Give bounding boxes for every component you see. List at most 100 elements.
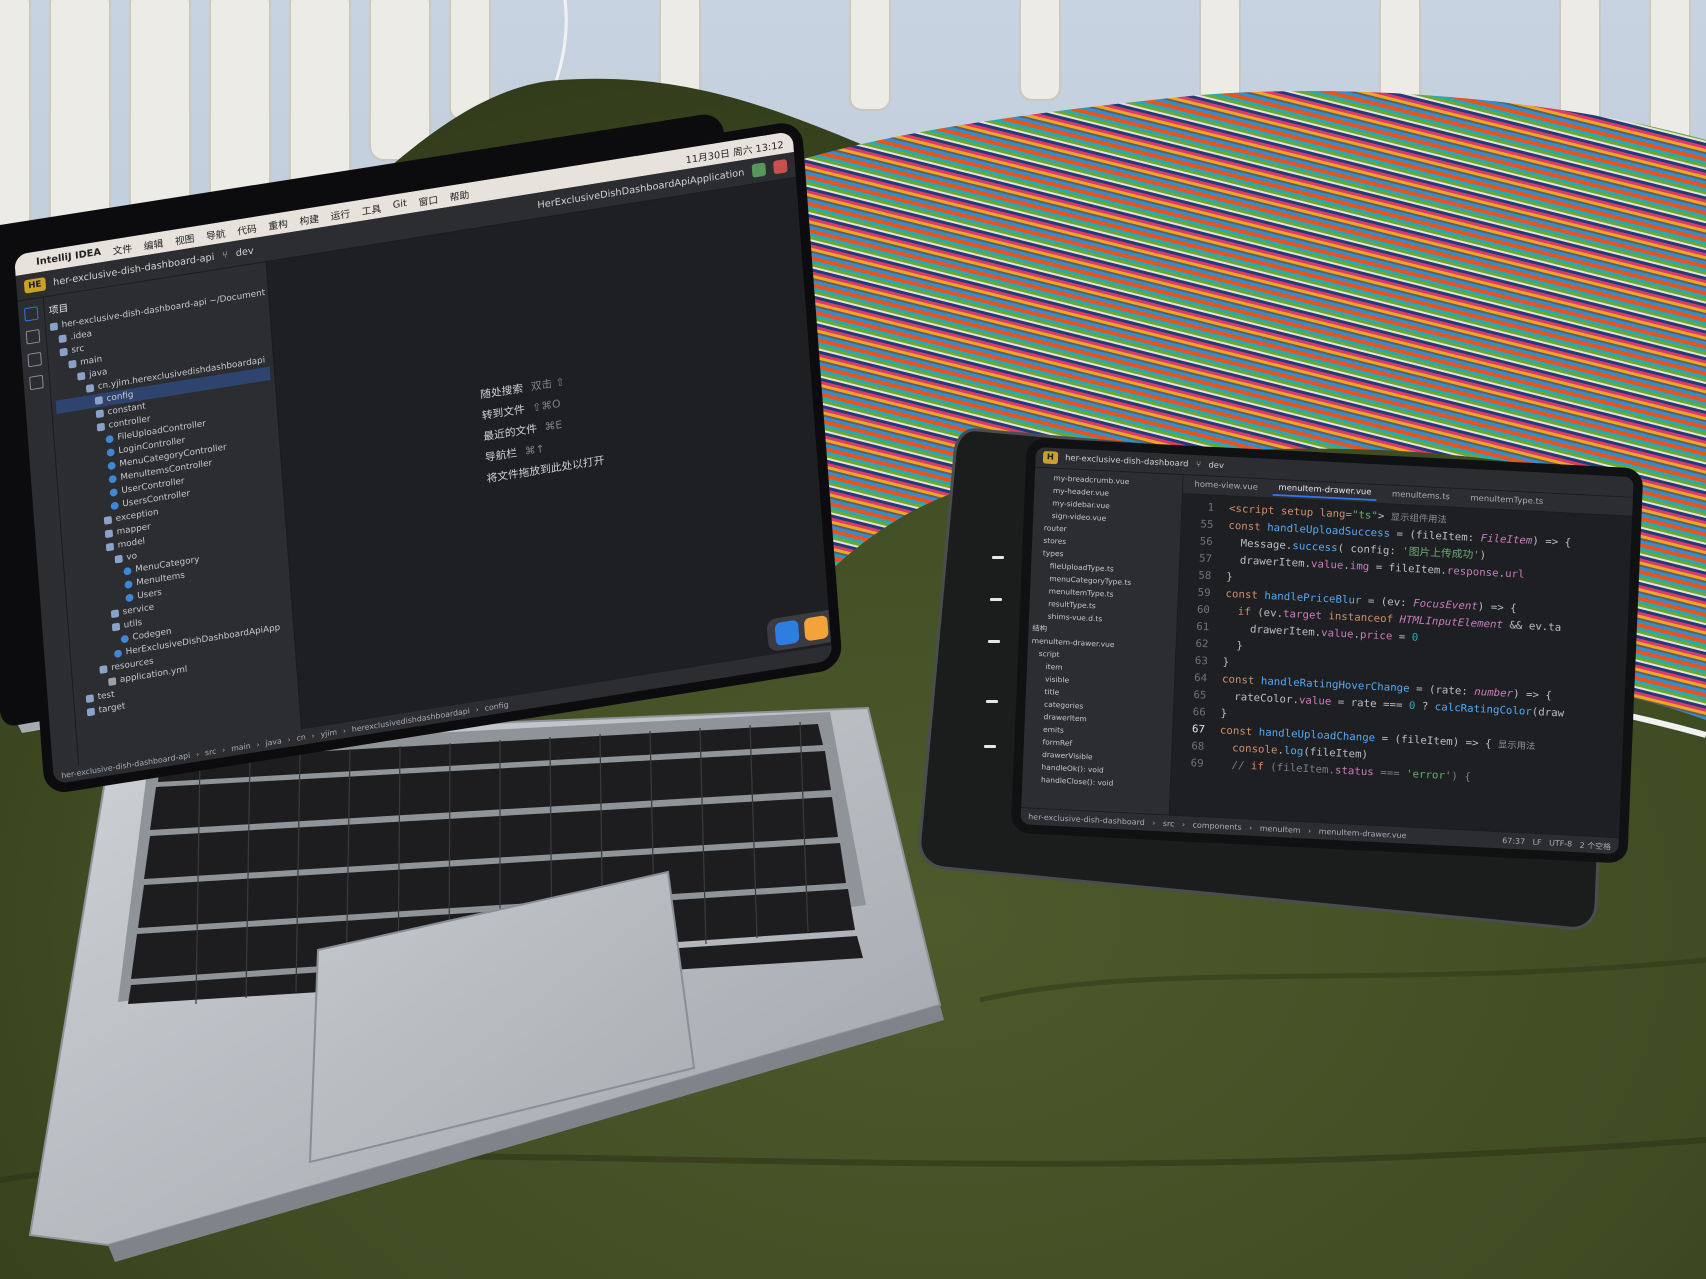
project-tree: her-exclusive-dish-dashboard-api ~/Docum… — [49, 287, 293, 721]
dock-app-icon[interactable] — [774, 619, 800, 647]
folder-icon — [114, 554, 123, 564]
status-path-item[interactable]: main — [231, 741, 251, 753]
folder-icon — [110, 609, 120, 619]
status-breadcrumb-item[interactable]: src — [1163, 820, 1175, 830]
path-separator-icon: › — [342, 725, 347, 735]
branch-name[interactable]: dev — [235, 245, 254, 258]
line-number: 61 — [1196, 619, 1210, 633]
menu-file[interactable]: 文件 — [112, 240, 132, 257]
editor-tab[interactable]: menuItem-drawer.vue — [1272, 481, 1378, 502]
status-path-item[interactable]: java — [265, 736, 282, 747]
class-icon — [106, 448, 115, 457]
ipad-project-tree: my-breadcrumb.vue my-header.vue my-sidebar… — [1021, 467, 1184, 815]
menu-run[interactable]: 运行 — [330, 205, 350, 223]
line-number: 56 — [1199, 534, 1214, 548]
editor-hint-label: 随处搜索 — [479, 381, 524, 401]
folder-icon — [99, 665, 108, 674]
ipad-tree-label: shims-vue.d.ts — [1047, 612, 1103, 624]
breadcrumb-separator-icon: › — [1248, 823, 1253, 834]
status-path-item[interactable]: config — [484, 700, 508, 712]
folder-icon — [94, 396, 104, 405]
code-lines[interactable]: <script setup lang="ts"> 显示组件用法 const han… — [1207, 496, 1632, 837]
run-icon[interactable] — [751, 162, 767, 178]
line-number: 67 — [1191, 722, 1206, 736]
class-icon — [124, 580, 133, 589]
menu-tools[interactable]: 工具 — [361, 200, 381, 218]
folder-icon — [77, 371, 86, 381]
code-area[interactable]: 1 55 56 57 58 59 60 61 62 63 64 65 66 67 68 69 <script … — [1170, 494, 1632, 837]
menu-help[interactable]: 帮助 — [449, 186, 469, 204]
status-position[interactable]: 67:37 — [1502, 837, 1525, 847]
status-path-item[interactable]: src — [205, 746, 217, 756]
ipad-tree-label: stores — [1043, 536, 1067, 546]
project-badge[interactable]: HE — [23, 277, 46, 294]
status-breadcrumb-item[interactable]: menuItem — [1260, 825, 1301, 836]
status-breadcrumb-item[interactable]: components — [1192, 821, 1241, 832]
tree-item-label: target — [98, 701, 126, 716]
editor-hint-shortcut: ⇧⌘O — [531, 396, 561, 414]
status-spacer — [1414, 837, 1495, 841]
status-breadcrumb-item[interactable]: her-exclusive-dish-dashboard — [1028, 813, 1145, 828]
folder-icon — [105, 542, 115, 552]
folder-icon — [86, 707, 96, 717]
status-encoding[interactable]: UTF-8 — [1549, 839, 1573, 849]
class-icon — [108, 474, 117, 484]
status-line-sep[interactable]: LF — [1532, 838, 1541, 847]
editor-tab[interactable]: home-view.vue — [1189, 478, 1264, 494]
stop-icon[interactable] — [773, 158, 788, 175]
folder-icon — [85, 694, 95, 704]
class-icon — [110, 501, 119, 511]
menu-refactor[interactable]: 重构 — [268, 215, 288, 233]
editor-hint-shortcut: 双击 ⇧ — [530, 375, 566, 393]
line-number: 69 — [1190, 756, 1204, 770]
menu-window[interactable]: 窗口 — [418, 191, 438, 209]
more-tools-icon[interactable] — [29, 374, 44, 391]
editor-tab[interactable]: menuItemType.ts — [1465, 492, 1550, 509]
line-number: 58 — [1198, 568, 1212, 582]
folder-icon — [49, 322, 59, 332]
status-breadcrumb-item[interactable]: menuItem-drawer.vue — [1318, 827, 1406, 840]
menu-navigate[interactable]: 导航 — [205, 225, 226, 243]
menu-build[interactable]: 构建 — [299, 210, 319, 228]
folder-icon — [111, 622, 121, 632]
structure-tool-icon[interactable] — [27, 351, 43, 368]
folder-icon — [95, 409, 105, 419]
line-number: 59 — [1197, 585, 1211, 599]
editor-tab[interactable]: menuItems.ts — [1386, 488, 1456, 504]
line-number: 65 — [1193, 688, 1207, 702]
line-number: 62 — [1195, 636, 1209, 651]
project-tool-icon[interactable] — [23, 306, 39, 322]
ipad-tree-label: item — [1045, 662, 1063, 672]
class-icon — [123, 566, 132, 576]
commit-tool-icon[interactable] — [25, 329, 41, 345]
line-number: 63 — [1194, 653, 1209, 668]
ipad-tree-label: router — [1043, 523, 1067, 534]
ipad-branch-icon: ⑂ — [1195, 460, 1202, 470]
status-indent[interactable]: 2 个空格 — [1579, 840, 1611, 853]
editor-hint-shortcut: ⌘E — [544, 417, 563, 433]
menu-code[interactable]: 代码 — [237, 220, 257, 238]
folder-icon — [96, 422, 106, 432]
breadcrumb-separator-icon: › — [1307, 826, 1312, 837]
folder-icon — [59, 347, 68, 357]
ipad-project-name[interactable]: her-exclusive-dish-dashboard — [1065, 454, 1189, 469]
ipad-screen: H her-exclusive-dish-dashboard ⑂ dev my-… — [1020, 447, 1634, 855]
editor-hint-label: 最近的文件 — [482, 421, 538, 443]
class-icon — [120, 634, 129, 644]
class-icon — [109, 488, 118, 497]
ipad-branch-name[interactable]: dev — [1208, 461, 1224, 471]
menu-view[interactable]: 视图 — [174, 230, 195, 248]
folder-icon — [58, 334, 67, 344]
menu-edit[interactable]: 编辑 — [143, 235, 163, 253]
line-number: 57 — [1198, 551, 1213, 565]
empty-editor-hints: 随处搜索 双击 ⇧ 转到文件 ⇧⌘O 最近的文件 ⌘E 导航栏 ⌘↑ 将文件拖放到此处以打开 — [479, 366, 605, 489]
ipad-tree-label: script — [1038, 649, 1060, 659]
line-number: 66 — [1192, 705, 1206, 719]
status-path-item[interactable]: cn — [296, 732, 306, 742]
menu-git[interactable]: Git — [392, 198, 407, 211]
ipad-project-badge[interactable]: H — [1042, 450, 1058, 465]
photo-scene: IntelliJ IDEA 文件 编辑 视图 导航 代码 重构 构建 运行 工具… — [0, 0, 1706, 1279]
dock-app-icon[interactable] — [803, 614, 829, 642]
folder-icon — [103, 515, 113, 525]
status-path-item[interactable]: yjim — [320, 727, 337, 738]
